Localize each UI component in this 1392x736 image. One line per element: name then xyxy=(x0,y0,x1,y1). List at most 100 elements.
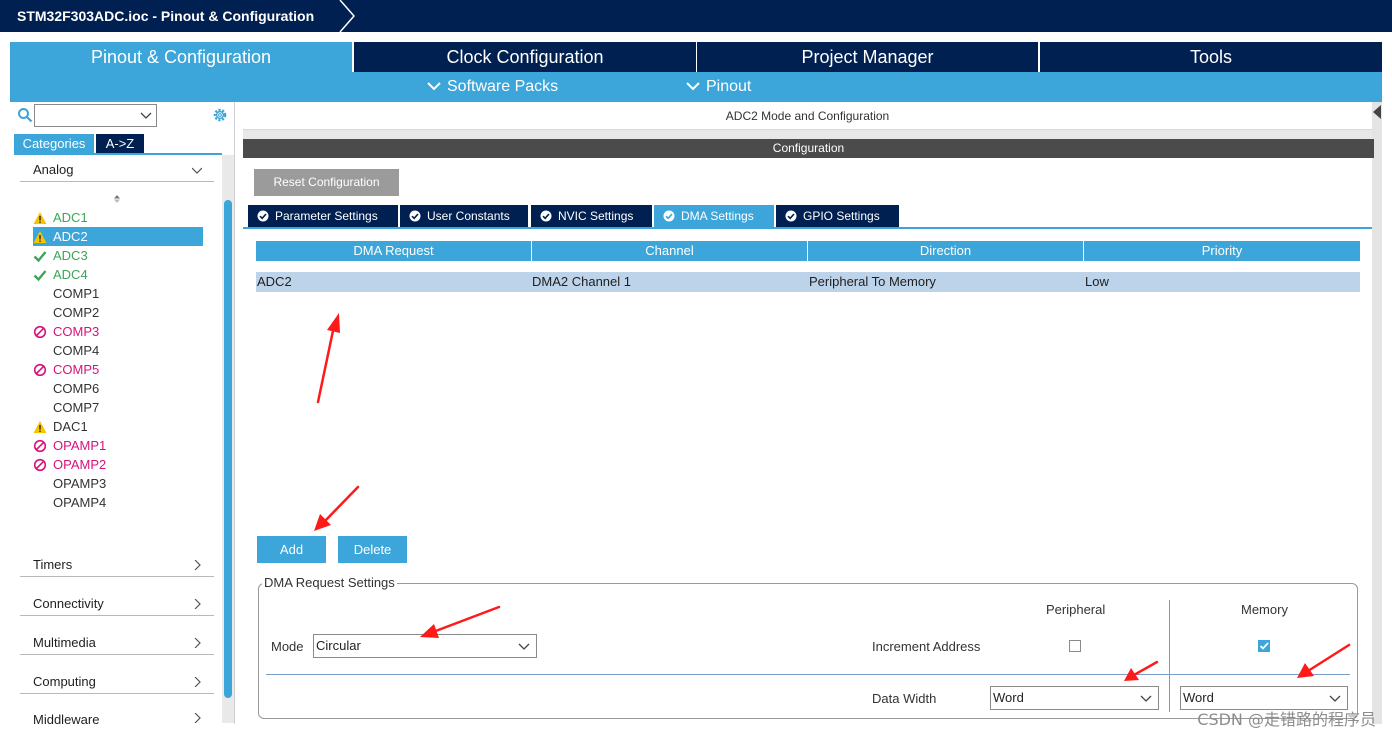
search-icon[interactable] xyxy=(17,107,33,123)
blocked-icon xyxy=(33,439,47,453)
tab-clock-configuration[interactable]: Clock Configuration xyxy=(354,42,696,72)
column-header-dma-request[interactable]: DMA Request xyxy=(256,241,531,261)
memory-header: Memory xyxy=(1241,602,1288,617)
tab-a-z[interactable]: A->Z xyxy=(96,134,144,153)
search-combobox[interactable] xyxy=(34,104,157,127)
cell-priority: Low xyxy=(1085,274,1109,289)
mode-select[interactable]: Circular xyxy=(313,634,537,658)
chevron-right-icon xyxy=(194,638,201,648)
annotation-arrow xyxy=(314,485,360,531)
increment-address-label: Increment Address xyxy=(872,639,981,654)
list-item-comp1[interactable]: COMP1 xyxy=(33,284,203,303)
collapse-arrow-icon xyxy=(1373,105,1381,119)
tab-project-manager[interactable]: Project Manager xyxy=(697,42,1038,72)
software-packs-menu[interactable]: Software Packs xyxy=(427,72,558,102)
row-divider xyxy=(266,674,1350,675)
memory-data-width-value: Word xyxy=(1183,690,1214,705)
sort-icon[interactable] xyxy=(112,194,122,204)
gear-icon[interactable] xyxy=(211,106,229,124)
tab-label: DMA Settings xyxy=(681,209,754,223)
chevron-down-icon xyxy=(518,643,530,650)
tab-nvic-settings[interactable]: NVIC Settings xyxy=(531,205,652,227)
list-item-adc2[interactable]: ADC2 xyxy=(33,227,203,246)
tab-label: GPIO Settings xyxy=(803,209,880,223)
category-analog[interactable]: Analog xyxy=(20,158,214,182)
tab-categories[interactable]: Categories xyxy=(14,134,94,153)
list-item-label: COMP6 xyxy=(53,381,100,396)
list-item-comp2[interactable]: COMP2 xyxy=(33,303,203,322)
list-item-label: OPAMP2 xyxy=(53,457,107,472)
cell-channel: DMA2 Channel 1 xyxy=(532,274,631,289)
chevron-down-icon xyxy=(427,82,441,91)
pinout-menu[interactable]: Pinout xyxy=(686,72,751,102)
list-item-label: DAC1 xyxy=(53,419,88,434)
peripheral-data-width-value: Word xyxy=(993,690,1024,705)
column-header-priority[interactable]: Priority xyxy=(1084,241,1360,261)
delete-button[interactable]: Delete xyxy=(338,536,407,563)
chevron-down-icon xyxy=(192,167,202,174)
data-width-label: Data Width xyxy=(872,691,937,706)
dma-request-settings-legend: DMA Request Settings xyxy=(262,575,397,591)
tab-underline xyxy=(14,153,222,155)
peripheral-data-width-select[interactable]: Word xyxy=(990,686,1159,710)
column-header-channel[interactable]: Channel xyxy=(532,241,807,261)
list-item-adc3[interactable]: ADC3 xyxy=(33,246,203,265)
window-title: STM32F303ADC.ioc - Pinout & Configuratio… xyxy=(0,0,352,32)
tab-dma-settings[interactable]: DMA Settings xyxy=(654,205,774,227)
tab-gpio-settings[interactable]: GPIO Settings xyxy=(776,205,899,227)
chevron-right-icon xyxy=(194,599,201,609)
list-item-comp5[interactable]: COMP5 xyxy=(33,360,203,379)
list-item-label: ADC2 xyxy=(53,229,88,244)
right-panel-collapse[interactable] xyxy=(1372,102,1382,724)
chevron-down-icon xyxy=(686,82,700,91)
add-button[interactable]: Add xyxy=(257,536,326,563)
tab-label: NVIC Settings xyxy=(558,209,634,223)
category-multimedia[interactable]: Multimedia xyxy=(20,631,214,655)
list-item-label: ADC3 xyxy=(53,248,88,263)
configuration-header: Configuration xyxy=(243,139,1374,158)
category-computing[interactable]: Computing xyxy=(20,670,214,694)
list-item-label: OPAMP4 xyxy=(53,495,107,510)
list-item-comp3[interactable]: COMP3 xyxy=(33,322,203,341)
tab-label: Parameter Settings xyxy=(275,209,378,223)
category-label: Connectivity xyxy=(33,596,104,611)
tab-pinout-configuration[interactable]: Pinout & Configuration xyxy=(10,42,352,72)
sidebar-scrollbar-thumb[interactable] xyxy=(224,200,232,698)
list-item-opamp3[interactable]: OPAMP3 xyxy=(33,474,203,493)
list-item-label: COMP2 xyxy=(53,305,100,320)
list-item-comp6[interactable]: COMP6 xyxy=(33,379,203,398)
category-middleware[interactable]: Middleware xyxy=(20,709,214,724)
column-header-direction[interactable]: Direction xyxy=(808,241,1083,261)
list-item-opamp4[interactable]: OPAMP4 xyxy=(33,493,203,512)
category-connectivity[interactable]: Connectivity xyxy=(20,592,214,616)
checkmark-icon xyxy=(1259,642,1269,650)
list-item-label: ADC4 xyxy=(53,267,88,282)
list-item-label: ADC1 xyxy=(53,210,88,225)
list-item-label: COMP1 xyxy=(53,286,100,301)
category-timers[interactable]: Timers xyxy=(20,553,214,577)
peripheral-increment-checkbox[interactable] xyxy=(1069,640,1081,652)
tab-parameter-settings[interactable]: Parameter Settings xyxy=(248,205,398,227)
list-item-opamp2[interactable]: OPAMP2 xyxy=(33,455,203,474)
list-item-comp7[interactable]: COMP7 xyxy=(33,398,203,417)
tab-user-constants[interactable]: User Constants xyxy=(400,205,528,227)
list-item-label: COMP5 xyxy=(53,362,100,377)
list-item-dac1[interactable]: DAC1 xyxy=(33,417,203,436)
memory-increment-checkbox[interactable] xyxy=(1258,640,1270,652)
status-ok-icon xyxy=(785,210,797,222)
mode-value: Circular xyxy=(316,638,361,653)
list-item-adc4[interactable]: ADC4 xyxy=(33,265,203,284)
chevron-right-icon xyxy=(194,713,201,723)
tab-label: User Constants xyxy=(427,209,510,223)
blocked-icon xyxy=(33,325,47,339)
tab-tools[interactable]: Tools xyxy=(1040,42,1382,72)
column-divider xyxy=(1169,600,1170,712)
reset-configuration-button[interactable]: Reset Configuration xyxy=(254,169,399,196)
status-ok-icon xyxy=(663,210,675,222)
list-item-opamp1[interactable]: OPAMP1 xyxy=(33,436,203,455)
list-item-adc1[interactable]: ADC1 xyxy=(33,208,203,227)
status-ok-icon xyxy=(409,210,421,222)
category-label: Multimedia xyxy=(33,635,96,650)
list-item-label: OPAMP1 xyxy=(53,438,107,453)
list-item-comp4[interactable]: COMP4 xyxy=(33,341,203,360)
